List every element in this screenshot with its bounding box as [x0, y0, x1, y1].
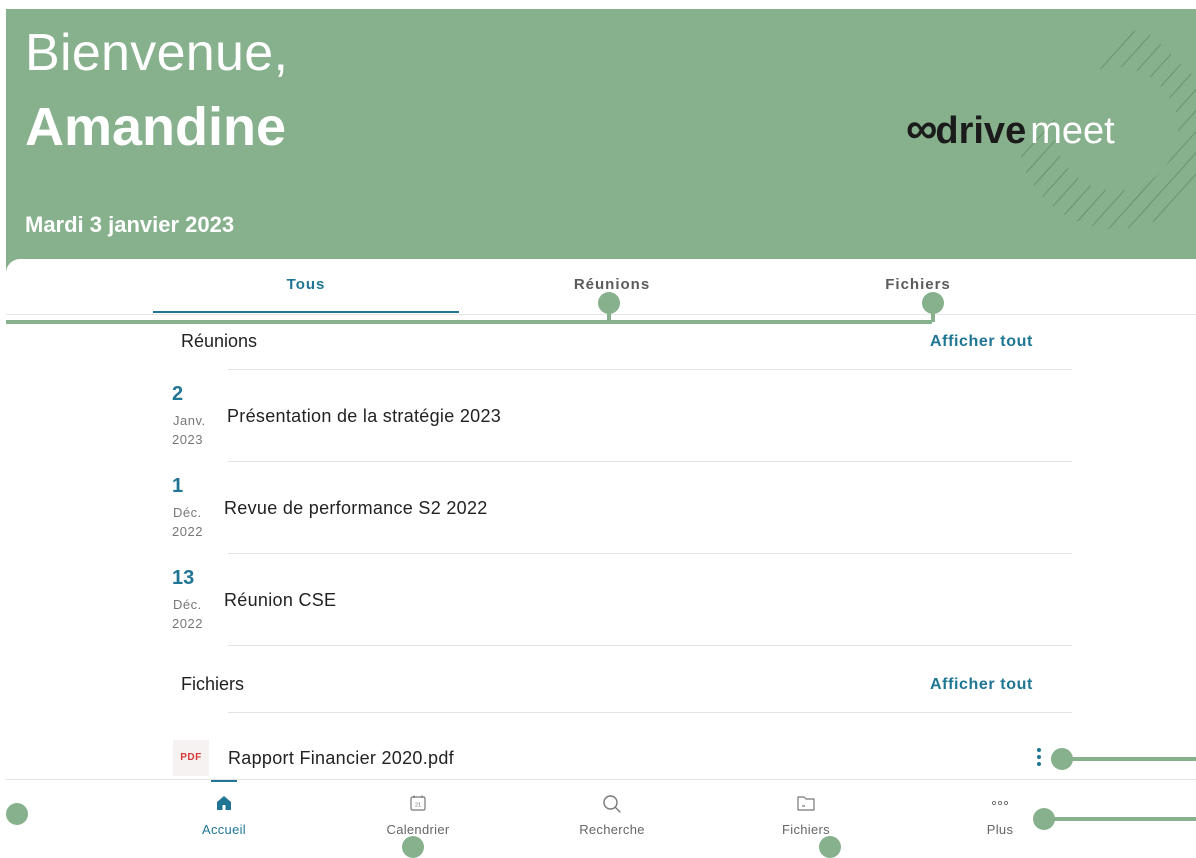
- meeting-title: Revue de performance S2 2022: [224, 498, 488, 518]
- greeting-text: Bienvenue,: [25, 24, 289, 82]
- app-frame: Bienvenue, Amandine Mardi 3 janvier 2023…: [6, 9, 1196, 845]
- meeting-year: 2022: [172, 616, 203, 631]
- current-date: Mardi 3 janvier 2023: [25, 212, 235, 237]
- active-tab-indicator: [153, 311, 459, 313]
- calendar-icon: 21: [410, 795, 426, 811]
- meeting-year: 2023: [172, 432, 203, 447]
- annotation-dot: [598, 292, 620, 314]
- user-name: Amandine: [25, 97, 287, 157]
- divider: [228, 369, 1072, 370]
- svg-text:21: 21: [415, 803, 421, 809]
- divider: [228, 712, 1072, 713]
- meeting-month: Déc.: [173, 597, 202, 612]
- annotation-line: [1066, 757, 1196, 761]
- bottom-navigation: Accueil 21 Calendrier Recherche Fichiers…: [6, 779, 1196, 845]
- main-content: Tous Réunions Fichiers Réunions Afficher…: [6, 259, 1196, 845]
- files-show-all-link[interactable]: Afficher tout: [930, 676, 1033, 694]
- annotation-line: [1046, 817, 1196, 821]
- meeting-month: Déc.: [173, 505, 202, 520]
- files-section-title: Fichiers: [181, 674, 245, 694]
- logo-infinity-icon: ∞: [906, 104, 937, 153]
- tab-meetings[interactable]: Réunions: [532, 276, 692, 293]
- tab-divider: [6, 314, 1196, 315]
- nav-label: Recherche: [579, 822, 645, 837]
- tab-files[interactable]: Fichiers: [838, 276, 998, 293]
- meetings-section-title: Réunions: [181, 331, 258, 351]
- file-name: Rapport Financier 2020.pdf: [228, 748, 454, 768]
- folder-icon: [797, 796, 815, 811]
- pdf-icon: PDF: [173, 740, 209, 776]
- meeting-title: Présentation de la stratégie 2023: [227, 406, 502, 426]
- oodrive-meet-logo: ∞drive meet: [906, 104, 1115, 153]
- welcome-header: Bienvenue, Amandine Mardi 3 janvier 2023…: [6, 9, 1196, 289]
- divider: [228, 645, 1072, 646]
- meeting-day: 13: [172, 567, 195, 589]
- active-nav-indicator: [211, 780, 237, 782]
- annotation-line: [6, 320, 932, 324]
- divider: [228, 461, 1072, 462]
- home-icon: [217, 796, 231, 810]
- nav-label: Calendrier: [386, 822, 450, 837]
- search-icon: [603, 795, 621, 813]
- nav-label: Fichiers: [782, 822, 830, 837]
- annotation-dot: [819, 836, 841, 858]
- annotation-dot: [1051, 748, 1073, 770]
- nav-label: Accueil: [201, 822, 246, 837]
- meeting-day: 2: [172, 383, 184, 405]
- meeting-month: Janv.: [173, 413, 206, 428]
- meetings-show-all-link[interactable]: Afficher tout: [930, 333, 1033, 351]
- more-options-icon[interactable]: [1034, 748, 1044, 768]
- meeting-title: Réunion CSE: [224, 590, 337, 610]
- meeting-year: 2022: [172, 524, 203, 539]
- annotation-dot: [922, 292, 944, 314]
- annotation-dot: [402, 836, 424, 858]
- divider: [228, 553, 1072, 554]
- tab-all[interactable]: Tous: [226, 276, 386, 293]
- annotation-dot: [1033, 808, 1055, 830]
- annotation-dot: [6, 803, 28, 825]
- more-icon: [991, 800, 1009, 806]
- meeting-day: 1: [172, 475, 184, 497]
